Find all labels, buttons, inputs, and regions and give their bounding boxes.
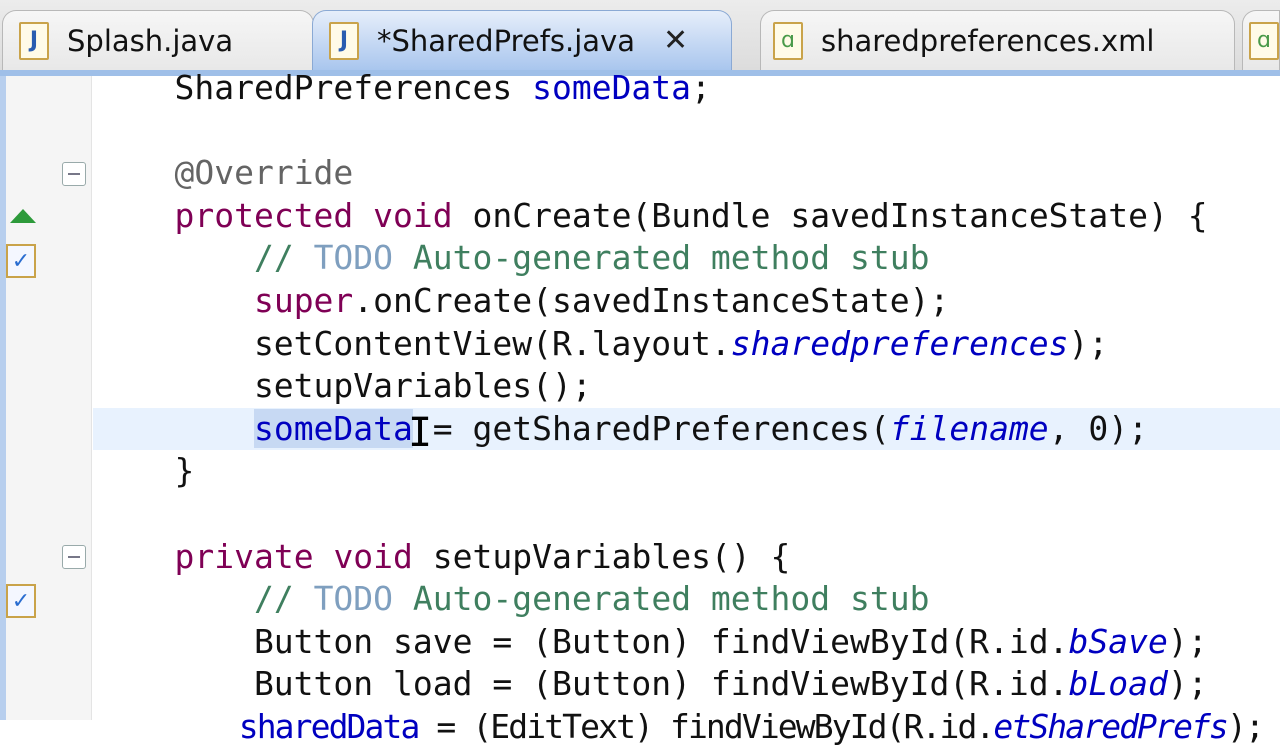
code-token: void [373,195,453,235]
code-token: SharedPreferences [95,68,533,107]
code-token: onCreate(Bundle savedInstanceState) { [452,195,1208,235]
code-token: = getSharedPreferences( [412,408,890,448]
code-token: someData [532,68,692,107]
tab-overflow[interactable]: ɑ [1242,10,1280,70]
editor-gutter: ✓ ✓ [0,76,92,720]
code-line[interactable]: } [93,450,1280,493]
code-token: setContentView(R.layout. [95,323,731,363]
code-token: super [253,280,354,320]
code-token: // [253,579,314,619]
code-line[interactable]: SharedPreferences someData; [93,67,1280,110]
code-token: = (EditText) findViewById(R.id. [418,706,995,746]
code-token: ); [1167,621,1208,661]
code-token: @Override [174,153,354,193]
java-file-icon: J [19,21,49,60]
code-token: ); [1227,706,1265,746]
code-line[interactable]: @Override [93,152,1280,195]
code-token: ; [691,68,711,107]
fold-collapse-icon[interactable] [62,162,86,186]
code-token: setupVariables(); [95,366,592,406]
code-token: setupVariables() { [412,536,791,576]
task-marker-icon[interactable]: ✓ [6,584,36,618]
tab-splash-java[interactable]: J Splash.java [2,10,314,70]
code-token: ); [1068,323,1109,363]
code-token: filename [889,408,1049,448]
code-line[interactable]: setupVariables(); [93,365,1280,408]
code-token: // [253,238,314,278]
current-code-line[interactable]: someData = getSharedPreferences(filename… [93,407,1280,451]
code-token: Auto-generated method stub [393,238,930,278]
fold-collapse-icon[interactable] [62,545,86,569]
code-line[interactable]: super.onCreate(savedInstanceState); [93,280,1280,323]
code-token: TODO [313,238,394,278]
code-token: ); [1167,664,1208,704]
xml-file-icon: ɑ [1249,21,1279,60]
code-token: etSharedPrefs [993,706,1228,746]
code-line[interactable] [93,110,1280,153]
code-token: sharedData [238,706,421,746]
code-token: sharedpreferences [730,323,1069,363]
code-token: private [174,536,314,576]
task-marker-icon[interactable]: ✓ [6,244,36,278]
code-line[interactable]: setContentView(R.layout.sharedpreference… [93,323,1280,366]
code-token: .onCreate(savedInstanceState); [353,280,950,320]
code-line[interactable]: // TODO Auto-generated method stub [93,237,1280,280]
text-cursor-icon: I [408,410,433,456]
editor-tab-bar: J Splash.java J *SharedPrefs.java ✕ ɑ sh… [0,0,1280,76]
code-token: void [333,536,413,576]
code-line[interactable]: sharedData = (EditText) findViewById(R.i… [93,706,1280,749]
code-token: } [95,451,195,491]
java-file-icon: J [329,21,359,60]
code-line[interactable]: Button load = (Button) findViewById(R.id… [93,663,1280,706]
tab-label: *SharedPrefs.java [377,23,635,58]
tab-label: Splash.java [67,23,234,58]
close-tab-icon[interactable]: ✕ [663,23,688,58]
code-line[interactable]: Button save = (Button) findViewById(R.id… [93,621,1280,664]
code-token: Auto-generated method stub [393,579,930,619]
code-line[interactable]: private void setupVariables() { [93,536,1280,579]
code-token: protected [174,195,354,235]
code-line[interactable]: // TODO Auto-generated method stub [93,578,1280,621]
code-token: Button load = (Button) findViewById(R.id… [95,664,1069,704]
code-token: bSave [1068,621,1168,661]
code-token: , 0); [1048,408,1149,448]
xml-file-icon: ɑ [773,21,803,60]
tab-sharedprefs-java[interactable]: J *SharedPrefs.java ✕ [312,10,732,70]
override-indicator-icon[interactable] [10,209,36,223]
code-line[interactable]: protected void onCreate(Bundle savedInst… [93,195,1280,238]
code-token: someData [253,408,413,448]
tab-sharedpreferences-xml[interactable]: ɑ sharedpreferences.xml [760,10,1235,70]
code-token: bLoad [1068,664,1168,704]
code-token: TODO [313,579,394,619]
tab-label: sharedpreferences.xml [821,23,1155,58]
code-editor[interactable]: SharedPreferences someData; @Override pr… [93,67,1280,749]
code-line[interactable] [93,493,1280,536]
code-token: Button save = (Button) findViewById(R.id… [95,621,1069,661]
